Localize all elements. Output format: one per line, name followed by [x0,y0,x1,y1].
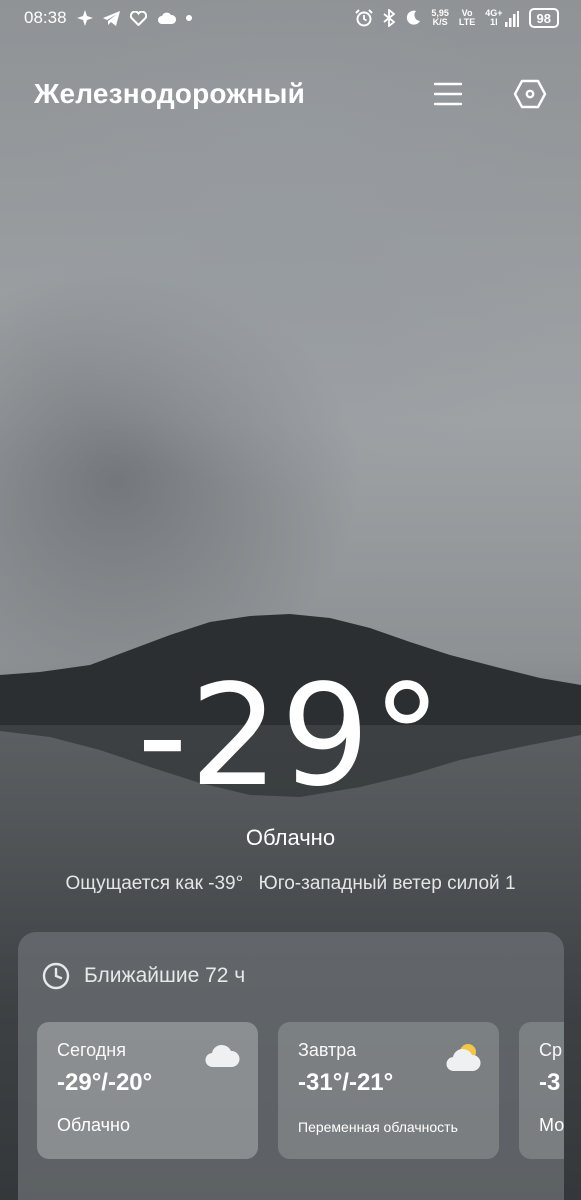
network-type: 4G+ 1l [485,8,503,27]
feels-like: Ощущается как -39° [65,873,244,894]
status-bar: 08:38 5,95 K/S Vo LTE 4G+ 1l 98 [0,0,581,36]
heart-link-icon [129,10,147,26]
header: Железнодорожный [34,70,547,118]
bluetooth-icon [383,9,396,27]
current-condition: Облачно [245,825,336,850]
forecast-card-wednesday[interactable]: Ср -3 Мо [519,1022,564,1159]
volte-indicator: Vo LTE [458,8,476,27]
forecast-card-tomorrow[interactable]: Завтра -31°/-21° Переменная облачность [278,1022,499,1159]
card-day: Ср [539,1040,563,1060]
card-condition: Облачно [57,1115,130,1135]
signal-icon [504,11,519,27]
city-list-button[interactable] [431,77,465,111]
card-temps: -31°/-21° [298,1069,394,1096]
card-condition: Мо [539,1115,564,1135]
clock-icon [42,962,70,990]
card-temps: -3 [539,1069,561,1096]
notification-dot-icon [185,15,192,21]
wind-info: Юго-западный ветер силой 1 [258,873,516,894]
moon-icon [407,10,421,25]
telegram-icon [102,10,120,26]
forecast-panel: Ближайшие 72 ч Сегодня -29°/-20° Облачно… [18,932,564,1200]
hexagon-settings-icon [513,79,547,109]
alarm-icon [355,9,374,27]
settings-button[interactable] [513,77,547,111]
cloud-icon [205,1044,240,1068]
partly-cloudy-icon [446,1044,481,1072]
cloud-status-icon [157,12,176,24]
forecast-card-today[interactable]: Сегодня -29°/-20° Облачно [37,1022,258,1159]
card-temps: -29°/-20° [57,1069,153,1096]
net-speed: 5,95 K/S [431,8,449,27]
city-name[interactable]: Железнодорожный [34,78,305,110]
forecast-title: Ближайшие 72 ч [84,964,246,987]
sparkle-icon [76,10,93,26]
menu-icon [434,82,462,106]
battery-indicator: 98 [528,8,559,28]
current-details: Ощущается как -39° Юго-западный ветер си… [0,873,581,895]
current-temperature: -29° [137,655,444,818]
status-time: 08:38 [24,8,67,27]
card-condition: Переменная облачность [298,1119,458,1135]
